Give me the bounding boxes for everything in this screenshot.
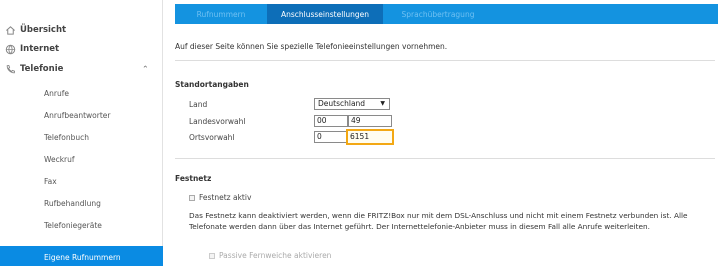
checkbox-box[interactable] [189,194,195,201]
festnetz-description: Das Festnetz kann deaktiviert werden, we… [189,211,688,231]
sidebar-subitem-label: Fax [44,176,57,186]
sidebar-subitem-anrufbeantworter[interactable]: Anrufbeantworter [0,104,163,126]
section-title-standortangaben: Standortangaben [175,80,249,89]
sidebar-subitem-fax[interactable]: Fax [0,170,163,192]
sidebar-item-internet[interactable]: Internet [0,40,163,58]
intro-text: Auf dieser Seite können Sie spezielle Te… [175,42,448,51]
sidebar-subitem-telefonbuch[interactable]: Telefonbuch [0,126,163,148]
sidebar-subitem-rufbehandlung[interactable]: Rufbehandlung [0,192,163,214]
sidebar-subitem-anrufe[interactable]: Anrufe [0,82,163,104]
sidebar-item-uebersicht[interactable]: Übersicht [0,21,163,39]
ortsvorwahl-prefix: 0 [314,131,348,143]
tab-sprachuebertragung[interactable]: Sprachübertragung [383,4,493,24]
land-select[interactable]: Deutschland ▼ [314,98,390,110]
tab-label: Rufnummern [196,9,246,19]
sidebar-subitem-telefoniegeraete[interactable]: Telefoniegeräte [0,214,163,236]
landesvorwahl-input[interactable]: 49 [348,115,392,127]
checkbox-box[interactable] [209,252,215,259]
tab-label: Sprachübertragung [401,9,475,19]
sidebar-subitem-label: Eigene Rufnummern [44,252,121,262]
festnetz-aktiv-checkbox[interactable]: Festnetz aktiv [189,193,251,202]
sidebar-subitem-eigene-rufnummern[interactable]: Eigene Rufnummern [0,246,163,266]
sidebar-item-label: Internet [20,44,60,54]
festnetz-aktiv-label: Festnetz aktiv [199,193,252,202]
sidebar-item-telefonie[interactable]: Telefonie ⌃ [0,60,163,78]
divider [175,158,715,159]
tab-bar: Rufnummern Anschlusseinstellungen Sprach… [175,4,718,24]
home-icon [4,24,16,36]
ortsvorwahl-input[interactable]: 6151 [346,129,394,145]
tab-rufnummern[interactable]: Rufnummern [175,4,267,24]
sidebar-subitem-label: Anrufbeantworter [44,110,111,120]
sidebar-subitem-label: Telefoniegeräte [44,220,102,230]
sidebar-subitem-label: Telefonbuch [44,132,89,142]
tab-label: Anschlusseinstellungen [280,9,370,19]
tab-anschlusseinstellungen[interactable]: Anschlusseinstellungen [267,4,383,24]
land-select-value: Deutschland [318,99,366,108]
sidebar-subitem-label: Weckruf [44,154,75,164]
chevron-up-icon[interactable]: ⌃ [142,65,149,74]
landesvorwahl-label: Landesvorwahl [189,117,246,126]
sidebar-subitem-label: Anrufe [44,88,69,98]
sidebar-nav: Übersicht Internet Telefonie ⌃ Anrufe An… [0,0,163,266]
passive-fernweiche-checkbox[interactable]: Passive Fernweiche aktivieren [209,251,331,260]
dropdown-arrow-icon: ▼ [380,100,385,107]
landesvorwahl-prefix: 00 [314,115,348,127]
globe-icon [4,43,16,55]
phone-icon [4,63,16,75]
land-label: Land [189,100,208,109]
sidebar-item-label: Telefonie [20,64,64,74]
passive-fernweiche-label: Passive Fernweiche aktivieren [219,251,332,260]
sidebar-subitem-weckruf[interactable]: Weckruf [0,148,163,170]
sidebar-subitem-label: Rufbehandlung [44,198,101,208]
ortsvorwahl-label: Ortsvorwahl [189,133,235,142]
divider [175,60,715,61]
sidebar-item-label: Übersicht [20,25,67,35]
section-title-festnetz: Festnetz [175,174,212,183]
